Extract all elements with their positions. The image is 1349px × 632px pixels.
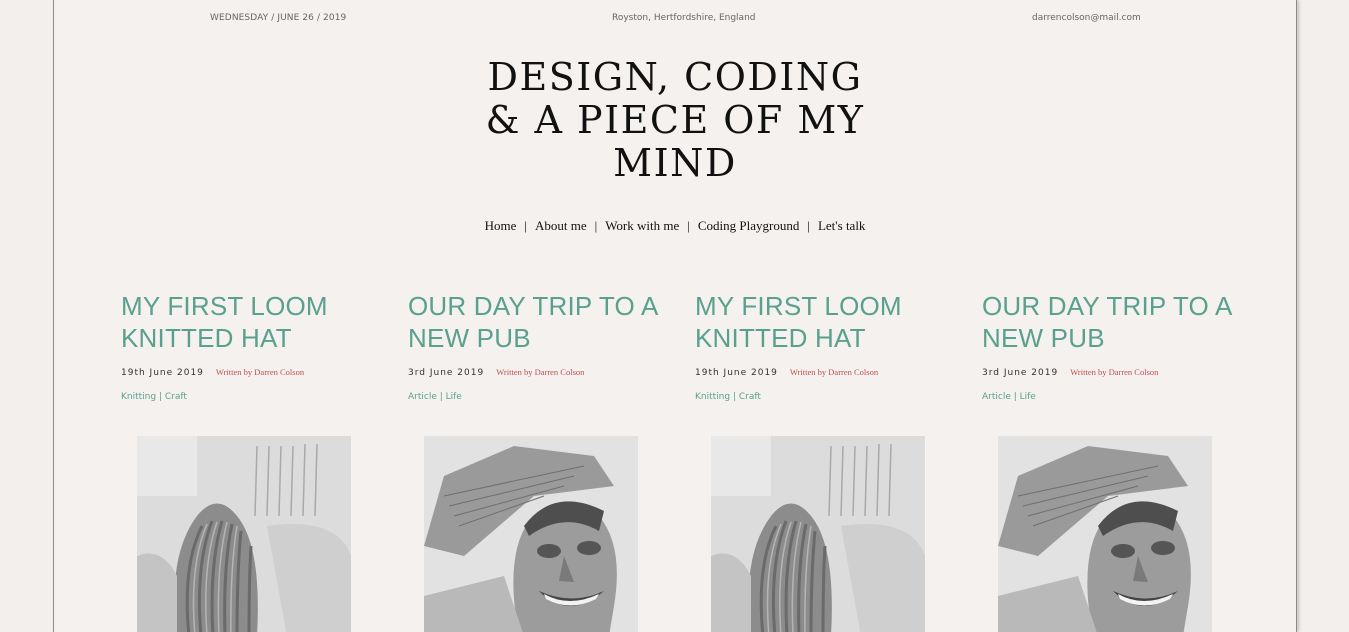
post-title[interactable]: OUR DAY TRIP TO A NEW PUB [408, 290, 658, 354]
post-categories[interactable]: Knitting | Craft [695, 392, 945, 402]
post-date: 19th June 2019 [121, 368, 204, 378]
post-author: Written by Darren Colson [1070, 367, 1159, 377]
nav-separator: | [687, 218, 690, 233]
knitted-hat-photo [711, 436, 925, 632]
site-title-line-2: & A PIECE OF MY [485, 98, 865, 142]
top-info-bar: WEDNESDAY / JUNE 26 / 2019 Royston, Hert… [54, 13, 1296, 27]
post-author: Written by Darren Colson [789, 367, 879, 377]
post-card: MY FIRST LOOM KNITTED HAT 19th June 2019… [695, 290, 945, 402]
current-date: WEDNESDAY / JUNE 26 / 2019 [210, 13, 347, 23]
email-link[interactable]: darrencolson@mail.com [1032, 13, 1141, 23]
post-date: 19th June 2019 [695, 368, 778, 378]
post-card: OUR DAY TRIP TO A NEW PUB 3rd June 2019 W… [408, 290, 658, 402]
post-author: Written by Darren Colson [215, 367, 305, 377]
nav-separator: | [524, 218, 527, 233]
post-title[interactable]: OUR DAY TRIP TO A NEW PUB [982, 290, 1232, 354]
nav-separator: | [807, 218, 810, 233]
selfie-photo [998, 436, 1212, 632]
post-author: Written by Darren Colson [496, 367, 585, 377]
nav-coding-playground[interactable]: Coding Playground [698, 218, 799, 233]
post-date: 3rd June 2019 [408, 368, 485, 378]
main-nav: Home | About me | Work with me | Coding Playgr… [54, 218, 1296, 234]
nav-work-with-me[interactable]: Work with me [605, 218, 679, 233]
post-categories[interactable]: Article | Life [982, 392, 1232, 402]
post-thumbnail[interactable] [137, 436, 351, 632]
site-title-line-1: DESIGN, CODING [487, 55, 863, 99]
post-categories[interactable]: Knitting | Craft [121, 392, 371, 402]
post-card: OUR DAY TRIP TO A NEW PUB 3rd June 2019 W… [982, 290, 1232, 402]
post-meta: 3rd June 2019 Written by Darren Colson [408, 367, 658, 378]
nav-lets-talk[interactable]: Let's talk [818, 218, 865, 233]
post-title[interactable]: MY FIRST LOOM KNITTED HAT [695, 290, 945, 354]
post-thumbnail[interactable] [424, 436, 638, 632]
page-container: WEDNESDAY / JUNE 26 / 2019 Royston, Hert… [53, 0, 1297, 632]
nav-about-me[interactable]: About me [535, 218, 587, 233]
nav-home[interactable]: Home [485, 218, 517, 233]
selfie-photo [424, 436, 638, 632]
location-text: Royston, Hertfordshire, England [612, 13, 756, 23]
site-title-line-3: MIND [613, 141, 737, 185]
post-meta: 19th June 2019 Written by Darren Colson [121, 367, 371, 378]
knitted-hat-photo [137, 436, 351, 632]
post-meta: 3rd June 2019 Written by Darren Colson [982, 367, 1232, 378]
post-title[interactable]: MY FIRST LOOM KNITTED HAT [121, 290, 371, 354]
post-meta: 19th June 2019 Written by Darren Colson [695, 367, 945, 378]
post-date: 3rd June 2019 [982, 368, 1059, 378]
nav-separator: | [594, 218, 598, 233]
site-title[interactable]: DESIGN, CODING & A PIECE OF MY MIND [54, 56, 1296, 185]
post-thumbnail[interactable] [998, 436, 1212, 632]
post-card: MY FIRST LOOM KNITTED HAT 19th June 2019… [121, 290, 371, 402]
post-categories[interactable]: Article | Life [408, 392, 658, 402]
post-thumbnail[interactable] [711, 436, 925, 632]
